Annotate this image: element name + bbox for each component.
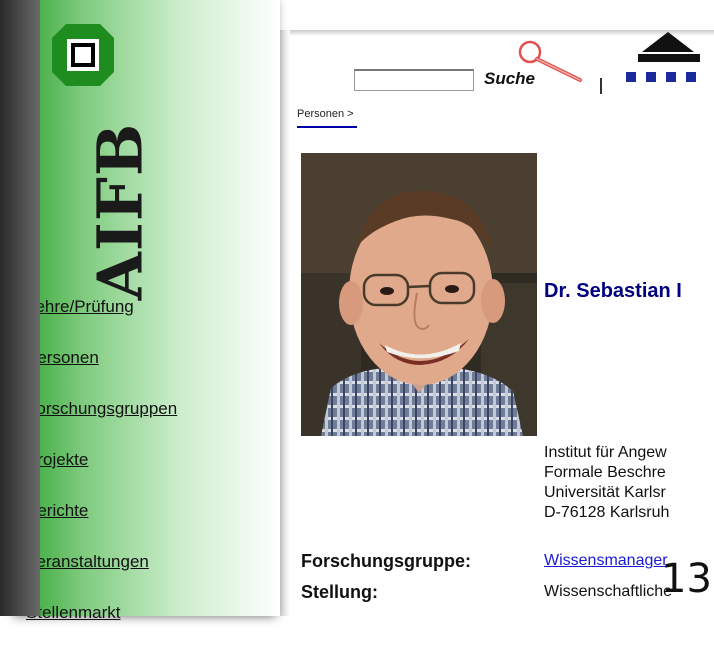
search-input[interactable] <box>354 69 474 91</box>
overlay-number: 13 <box>661 556 712 602</box>
sidebar-nav: Lehre/Prüfung Personen Forschungsgruppen… <box>26 297 177 654</box>
sidebar-item-berichte[interactable]: Berichte <box>26 501 177 552</box>
sidebar-item-personen[interactable]: Personen <box>26 348 177 399</box>
person-photo <box>301 153 537 436</box>
address-line: D-76128 Karlsruh <box>544 504 670 521</box>
position-value: Wissenschaftliche <box>544 583 673 600</box>
person-address: Institut für Angew Formale Beschre Unive… <box>544 443 669 523</box>
breadcrumb[interactable]: Personen > <box>297 108 354 120</box>
sidebar-item-veranstaltungen[interactable]: Veranstaltungen <box>26 552 177 603</box>
research-group-label: Forschungsgruppe: <box>301 551 471 571</box>
separator <box>600 78 602 94</box>
aifb-logo-text[interactable]: AIFB <box>84 117 157 307</box>
person-name: Dr. Sebastian I <box>544 280 682 302</box>
address-line: Universität Karlsr <box>544 484 666 501</box>
aifb-logo-square-icon <box>52 24 114 86</box>
address-line: Formale Beschre <box>544 464 666 481</box>
university-logo-icon[interactable] <box>624 32 714 92</box>
nav-link[interactable]: Stellenmarkt <box>26 603 120 622</box>
sidebar-item-lehre[interactable]: Lehre/Prüfung <box>26 297 177 348</box>
sidebar-item-forschungsgruppen[interactable]: Forschungsgruppen <box>26 399 177 450</box>
breadcrumb-underline <box>297 126 357 128</box>
search-label[interactable]: Suche <box>484 69 535 89</box>
sidebar-item-stellenmarkt[interactable]: Stellenmarkt <box>26 603 177 654</box>
nav-link[interactable]: Forschungsgruppen <box>26 399 177 418</box>
research-group-value[interactable]: Wissensmanager <box>544 552 668 569</box>
content-left-shadow <box>280 30 290 616</box>
address-line: Institut für Angew <box>544 444 667 461</box>
nav-link[interactable]: Lehre/Prüfung <box>26 297 134 316</box>
research-group-link[interactable]: Wissensmanager <box>544 552 668 570</box>
sidebar-item-projekte[interactable]: Projekte <box>26 450 177 501</box>
nav-link[interactable]: Veranstaltungen <box>26 552 149 571</box>
window-bezel <box>0 0 40 616</box>
position-label: Stellung: <box>301 582 378 602</box>
